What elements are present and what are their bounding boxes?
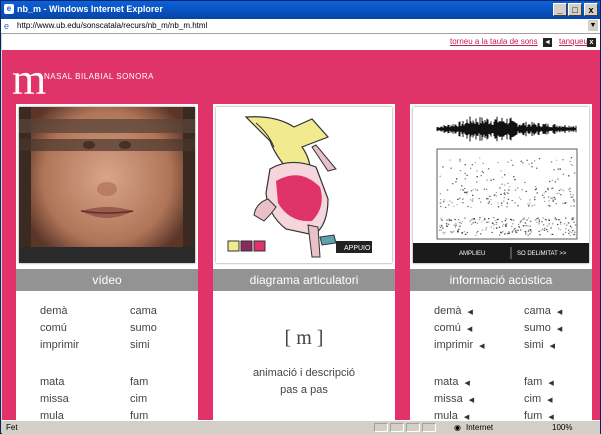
word-audio-link[interactable]: sumo ◀ [524, 322, 562, 334]
video-panel: vídeo demà cama comú sumo imprimir simi … [16, 104, 198, 420]
speaker-icon[interactable]: ◀ [469, 396, 474, 404]
speaker-icon[interactable]: ◀ [557, 325, 562, 333]
word-label: mula [434, 410, 458, 420]
top-nav: torneu a la taula de sons ◄ tanqueu x [2, 34, 600, 50]
main-area: m NASAL BILABIAL SONORA vídeo demà cama … [2, 50, 600, 420]
speaker-icon[interactable]: ◀ [547, 396, 552, 404]
word-link[interactable]: demà [40, 305, 68, 317]
word-link[interactable]: missa [40, 393, 69, 405]
word-label: fum [524, 410, 543, 420]
zoom-button-label[interactable]: AMPLIEU [459, 251, 485, 257]
video-word-list: demà cama comú sumo imprimir simi mata f… [16, 291, 198, 420]
word-audio-link[interactable]: fum ◀ [524, 410, 554, 420]
word-label: simi [524, 339, 544, 351]
diagram-info: [ m ] animació i descripció pas a pas [213, 291, 395, 420]
word-label: cama [524, 305, 551, 317]
word-label: demà [434, 305, 462, 317]
word-label: imprimir [434, 339, 474, 351]
animation-text-line1: animació i descripció [252, 367, 356, 379]
word-link[interactable]: fam [130, 376, 148, 388]
address-bar[interactable]: e http://www.ub.edu/sonscatala/recurs/nb… [1, 19, 600, 34]
zoom-level[interactable]: 100% [552, 423, 572, 432]
articulatory-diagram: APPUIO [227, 116, 372, 258]
animation-link[interactable]: animació i descripció pas a pas [213, 365, 395, 399]
word-label: comú [434, 322, 461, 334]
page-icon: e [4, 21, 10, 31]
zone-text: Internet [466, 423, 494, 432]
minimize-button[interactable]: _ [553, 3, 567, 16]
word-audio-link[interactable]: fam ◀ [524, 376, 554, 388]
diagram-label[interactable]: diagrama articulatori [213, 269, 395, 291]
speaker-icon[interactable]: ◀ [548, 413, 553, 420]
speaker-icon[interactable]: ◀ [464, 413, 469, 420]
back-to-table-link[interactable]: torneu a la taula de sons [450, 37, 538, 46]
word-link[interactable]: comú [40, 322, 67, 334]
animation-text-line2: pas a pas [280, 384, 328, 396]
delimited-sound-link[interactable]: SO DELIMITAT >> [517, 251, 567, 257]
word-label: fam [524, 376, 543, 388]
page-content: torneu a la taula de sons ◄ tanqueu x m … [2, 34, 600, 420]
speaker-icon[interactable]: ◀ [557, 308, 562, 316]
acoustic-label[interactable]: informació acústica [410, 269, 592, 291]
page-title: NASAL BILABIAL SONORA [44, 72, 154, 81]
status-segment [374, 423, 388, 432]
status-bar: Fet ◉ Internet 100% [2, 420, 600, 435]
diagram-frame[interactable]: APPUIO [216, 107, 392, 263]
word-link[interactable]: imprimir [40, 339, 79, 351]
word-link[interactable]: sumo [130, 322, 157, 334]
status-segment [406, 423, 420, 432]
window-title: nb_m - Windows Internet Explorer [17, 4, 163, 14]
chevron-down-icon[interactable]: ▼ [588, 20, 598, 31]
ie-icon: e [4, 4, 14, 14]
diagram-panel: APPUIO diagrama articulatori [ m ] anima… [213, 104, 395, 420]
word-link[interactable]: cim [130, 393, 147, 405]
word-link[interactable]: simi [130, 339, 150, 351]
word-audio-link[interactable]: cim ◀ [524, 393, 553, 405]
globe-icon: ◉ [454, 423, 461, 432]
word-audio-link[interactable]: imprimir ◀ [434, 339, 485, 351]
word-audio-link[interactable]: comú ◀ [434, 322, 472, 334]
word-label: missa [434, 393, 463, 405]
word-audio-link[interactable]: cama ◀ [524, 305, 562, 317]
ipa-symbol: [ m ] [284, 327, 324, 349]
word-audio-link[interactable]: demà ◀ [434, 305, 473, 317]
video-frame[interactable] [19, 107, 195, 263]
back-arrow-icon[interactable]: ◄ [543, 38, 552, 47]
speaker-icon[interactable]: ◀ [464, 379, 469, 387]
spectrogram-frame[interactable]: AMPLIEU SO DELIMITAT >> [413, 107, 589, 263]
video-label[interactable]: vídeo [16, 269, 198, 291]
word-audio-link[interactable]: simi ◀ [524, 339, 555, 351]
close-icon[interactable]: x [587, 38, 596, 47]
word-audio-link[interactable]: missa ◀ [434, 393, 474, 405]
status-segment [390, 423, 404, 432]
title-bar: e nb_m - Windows Internet Explorer _ □ x [1, 1, 600, 19]
word-label: cim [524, 393, 542, 405]
word-link[interactable]: fum [130, 410, 148, 420]
word-link[interactable]: mula [40, 410, 64, 420]
face-video-image [19, 107, 195, 263]
word-audio-link[interactable]: mata ◀ [434, 376, 470, 388]
spectrogram-image: AMPLIEU SO DELIMITAT >> [413, 107, 589, 263]
speaker-icon[interactable]: ◀ [467, 325, 472, 333]
status-text: Fet [6, 423, 18, 432]
diagram-brand: APPUIO [344, 245, 371, 252]
maximize-button[interactable]: □ [568, 3, 582, 16]
address-url[interactable]: http://www.ub.edu/sonscatala/recurs/nb_m… [17, 21, 207, 30]
speaker-icon[interactable]: ◀ [548, 379, 553, 387]
word-label: sumo [524, 322, 551, 334]
speaker-icon[interactable]: ◀ [468, 308, 473, 316]
word-label: mata [434, 376, 459, 388]
speaker-icon[interactable]: ◀ [479, 342, 484, 350]
status-segment [422, 423, 436, 432]
close-page-link[interactable]: tanqueu [559, 37, 588, 46]
word-link[interactable]: cama [130, 305, 157, 317]
speaker-icon[interactable]: ◀ [550, 342, 555, 350]
big-letter: m [12, 55, 47, 104]
close-button[interactable]: x [584, 3, 598, 16]
word-link[interactable]: mata [40, 376, 64, 388]
word-audio-link[interactable]: mula ◀ [434, 410, 469, 420]
acoustic-word-list: demà ◀ cama ◀ comú ◀ sumo ◀ imprimir ◀ simi ◀ … [410, 291, 592, 420]
browser-window: e nb_m - Windows Internet Explorer _ □ x… [0, 0, 601, 435]
acoustic-panel: AMPLIEU SO DELIMITAT >> informació acúst… [410, 104, 592, 420]
